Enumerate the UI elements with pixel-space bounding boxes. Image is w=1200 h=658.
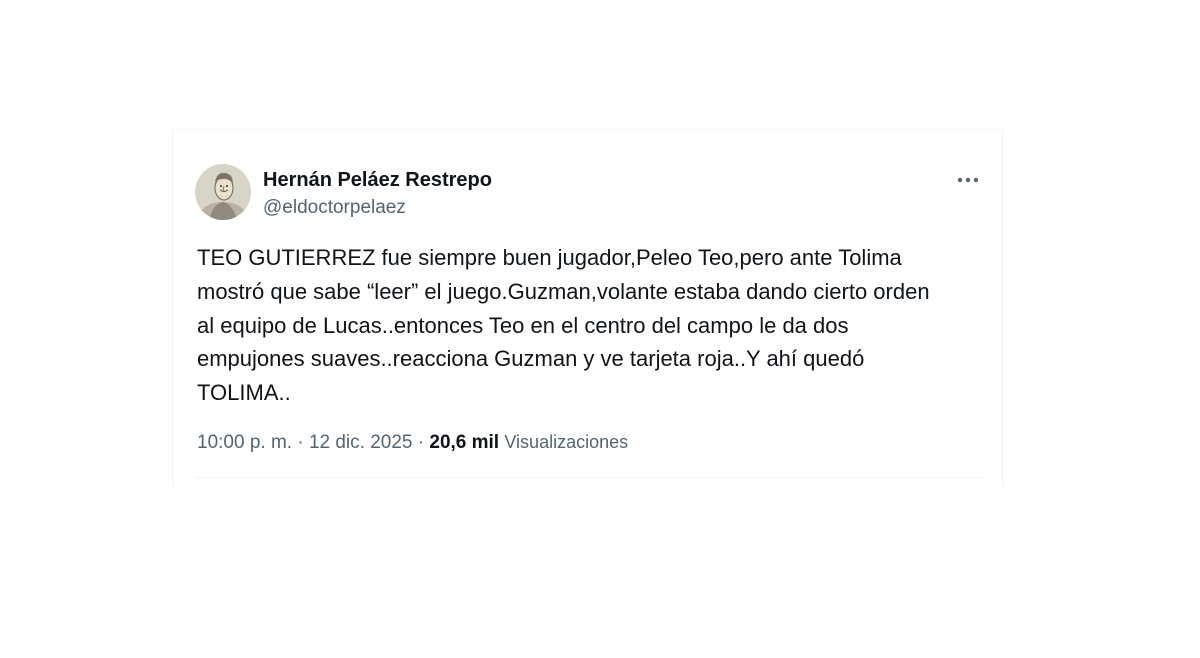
tweet-time: 10:00 p. m. — [197, 432, 293, 453]
meta-separator: · — [292, 432, 309, 453]
tweet-text-line: al equipo de Lucas..entonces Teo en el c… — [197, 312, 849, 338]
tweet-meta: 10:00 p. m. · 12 dic. 2025 · 20,6 mil Vi… — [197, 430, 628, 455]
tweet-text-line: TEO GUTIERREZ fue siempre buen jugador,P… — [197, 245, 902, 270]
tweet-text-line: TOLIMA.. — [197, 380, 291, 406]
views-link[interactable]: 20,6 mil Visualizaciones — [429, 432, 628, 453]
tweet-card: Hernán Peláez Restrepo @eldoctorpelaez T… — [172, 129, 1003, 487]
tweet-date: 12 dic. 2025 — [308, 432, 413, 453]
author-info: Hernán Peláez Restrepo @eldoctorpelaez — [263, 168, 492, 220]
meta-separator: · — [412, 432, 430, 453]
tweet-text-line: mostró que sabe “leer” el juego.Guzman,v… — [197, 278, 930, 304]
tweet-time-link[interactable]: 10:00 p. m. · 12 dic. 2025 — [197, 432, 412, 453]
tweet-text-line: empujones suaves..reacciona Guzman y ve … — [197, 346, 865, 372]
author-avatar[interactable] — [195, 164, 251, 220]
divider — [195, 477, 982, 478]
ellipsis-icon — [957, 177, 979, 183]
caricature-avatar-icon — [195, 164, 251, 220]
author-name[interactable]: Hernán Peláez Restrepo — [263, 168, 492, 192]
views-count: 20,6 mil — [429, 432, 500, 453]
more-options-button[interactable] — [950, 168, 986, 192]
tweet-text: TEO GUTIERREZ fue siempre buen jugador,P… — [197, 241, 992, 410]
views-label: Visualizaciones — [504, 432, 629, 452]
author-handle[interactable]: @eldoctorpelaez — [263, 196, 492, 220]
